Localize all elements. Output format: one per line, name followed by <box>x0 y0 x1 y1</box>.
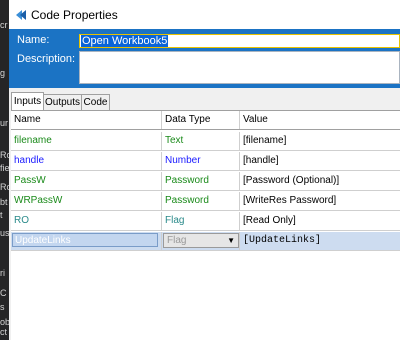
tab-code-label: Code <box>83 97 108 108</box>
tab-code[interactable]: Code <box>81 94 110 110</box>
input-value[interactable]: [filename] <box>240 132 400 150</box>
name-field[interactable]: Open Workbook5 <box>79 34 400 48</box>
input-value[interactable]: [WriteRes Password] <box>240 192 400 210</box>
input-data-type[interactable]: Password <box>162 172 240 190</box>
data-type-dropdown[interactable]: Flag ▼ <box>163 233 239 248</box>
input-name-editor[interactable]: UpdateLinks <box>12 233 158 247</box>
code-properties-dialog: Code Properties Name: Open Workbook5 Des… <box>9 0 400 340</box>
column-header-value[interactable]: Value <box>240 111 400 129</box>
input-value[interactable]: [Password (Optional)] <box>240 172 400 190</box>
input-name[interactable]: WRPassW <box>11 192 162 210</box>
input-name[interactable]: filename <box>11 132 162 150</box>
background-text-fragment: fie <box>0 163 9 173</box>
grid-header-row: Name Data Type Value <box>11 111 400 130</box>
table-row-selected[interactable]: UpdateLinks Flag ▼ [UpdateLinks] <box>11 232 400 251</box>
input-data-type[interactable]: Flag <box>162 212 240 230</box>
tab-outputs-label: Outputs <box>44 97 81 108</box>
input-name[interactable]: PassW <box>11 172 162 190</box>
description-field[interactable] <box>79 51 400 84</box>
background-editor-strip: cr g ur Rc fie Rc bt t us ri Cs ob ct <box>0 0 9 340</box>
data-type-dropdown-value: Flag <box>167 235 187 246</box>
input-value[interactable]: [UpdateLinks] <box>240 232 400 250</box>
background-text-fragment: g <box>0 68 6 78</box>
background-text-fragment: s <box>0 302 5 312</box>
app-icon <box>16 10 26 20</box>
background-text-fragment: t <box>0 210 3 220</box>
background-text-fragment: ob <box>0 317 9 327</box>
properties-header: Name: Open Workbook5 Description: <box>9 29 400 88</box>
input-name[interactable]: handle <box>11 152 162 170</box>
name-label: Name: <box>17 34 50 46</box>
table-row[interactable]: RO Flag [Read Only] <box>11 212 400 231</box>
background-text-fragment: cr <box>0 20 8 30</box>
input-name-cell[interactable]: UpdateLinks <box>11 232 162 250</box>
table-row[interactable]: WRPassW Password [WriteRes Password] <box>11 192 400 211</box>
background-text-fragment: ri <box>0 268 5 278</box>
input-data-type[interactable]: Password <box>162 192 240 210</box>
background-text-fragment: Rc <box>0 182 9 192</box>
input-data-type[interactable]: Number <box>162 152 240 170</box>
inputs-grid: Name Data Type Value filename Text [file… <box>11 110 400 340</box>
input-data-type[interactable]: Text <box>162 132 240 150</box>
background-text-fragment: Rc <box>0 150 9 160</box>
background-text-fragment: ct <box>0 327 8 337</box>
background-text-fragment: us <box>0 228 9 238</box>
input-name[interactable]: RO <box>11 212 162 230</box>
table-row[interactable]: filename Text [filename] <box>11 132 400 151</box>
tab-inputs[interactable]: Inputs <box>11 92 44 111</box>
input-value[interactable]: [handle] <box>240 152 400 170</box>
dropdown-arrow-icon[interactable]: ▼ <box>227 236 235 246</box>
tab-bar: Inputs Outputs Code <box>9 88 400 111</box>
background-text-fragment: ur <box>0 118 9 128</box>
table-row[interactable]: PassW Password [Password (Optional)] <box>11 172 400 191</box>
name-field-value: Open Workbook5 <box>81 35 169 47</box>
title-bar: Code Properties <box>9 0 400 29</box>
background-text-fragment: C <box>0 288 7 298</box>
input-value[interactable]: [Read Only] <box>240 212 400 230</box>
window-title: Code Properties <box>31 8 118 22</box>
tab-outputs[interactable]: Outputs <box>43 94 82 110</box>
tab-inputs-label: Inputs <box>13 96 42 107</box>
background-text-fragment: bt <box>0 197 8 207</box>
table-row[interactable]: handle Number [handle] <box>11 152 400 171</box>
column-header-name[interactable]: Name <box>11 111 162 129</box>
description-label: Description: <box>17 53 76 65</box>
column-header-data-type[interactable]: Data Type <box>162 111 240 129</box>
